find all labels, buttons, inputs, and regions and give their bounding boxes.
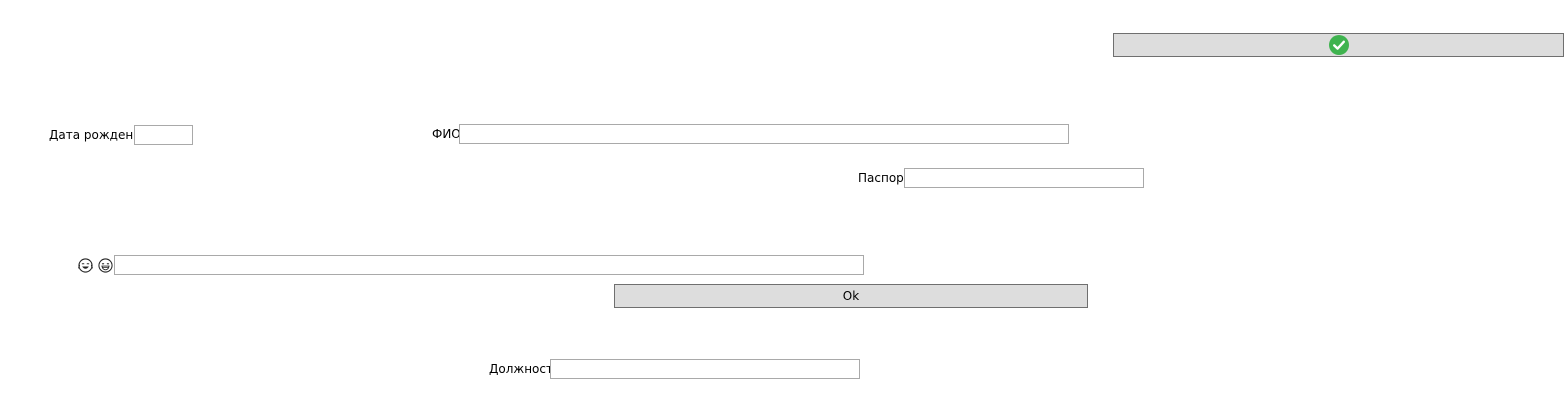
fio-input[interactable] [459, 124, 1069, 144]
check-circle-icon [1328, 35, 1349, 55]
grinning-face-icon [98, 258, 113, 273]
position-input[interactable] [550, 359, 860, 379]
emoji-input[interactable] [114, 255, 864, 275]
passport-input[interactable] [904, 168, 1144, 188]
birth-date-input[interactable] [134, 125, 193, 145]
confirm-button[interactable] [1113, 33, 1564, 57]
face-with-tears-of-joy-icon [78, 258, 93, 273]
ok-button-label: Ok [842, 289, 860, 303]
passport-label: Паспорт [858, 171, 911, 185]
ok-button[interactable]: Ok [614, 284, 1088, 308]
fio-label: ФИО [432, 127, 461, 141]
form-window: Дата рождения ФИО Паспорт Ok Должность [0, 0, 1565, 402]
